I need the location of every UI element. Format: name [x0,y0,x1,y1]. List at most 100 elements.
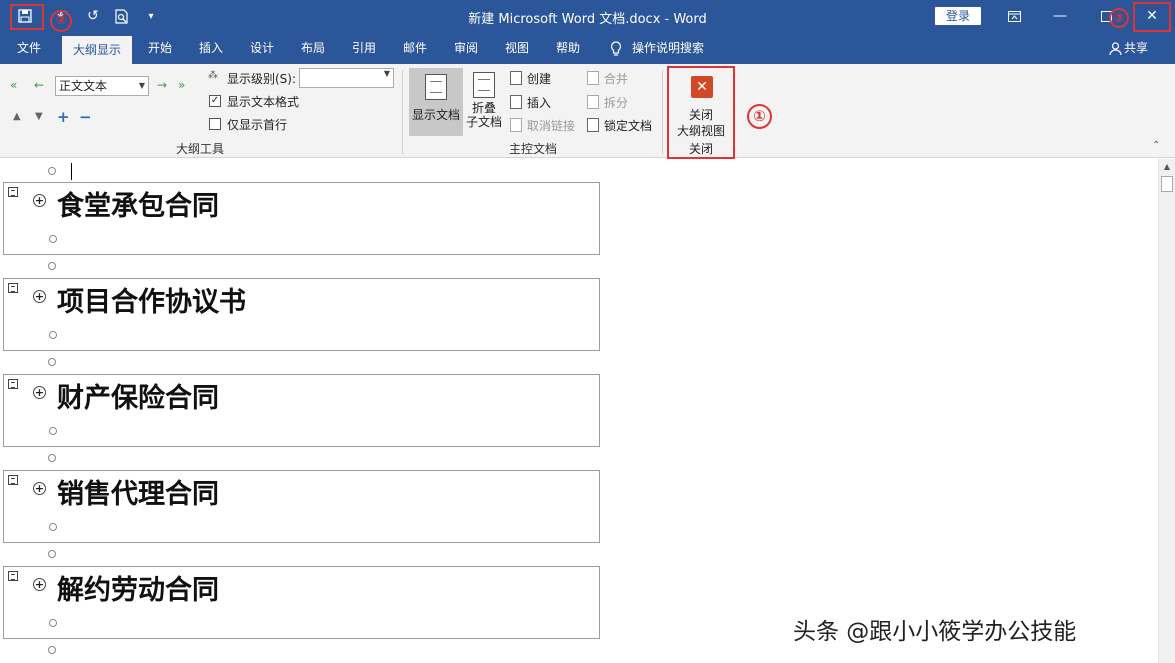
demote-to-body-icon[interactable]: » [178,78,185,92]
tab-insert[interactable]: 插入 [189,32,233,64]
customize-qat-icon[interactable]: ▾ [140,6,162,26]
dropdown-caret-icon: ▼ [383,69,390,78]
close-outline-view-button[interactable]: ✕ 关闭 大纲视图 关闭 [667,66,735,159]
redo-icon[interactable]: ↺ [82,6,104,26]
subdocument-title[interactable]: 解约劳动合同 [57,568,219,607]
close-outline-x-icon: ✕ [691,76,713,98]
login-button[interactable]: 登录 [935,7,981,25]
person-icon [1106,32,1124,64]
body-bullet [48,550,56,558]
subdocument-title[interactable]: 食堂承包合同 [57,184,219,223]
subdocument-box[interactable]: + 销售代理合同 [3,470,600,543]
master-document-group-label: 主控文档 [508,142,557,156]
group-separator [402,70,403,154]
merge-icon [587,71,599,85]
print-preview-icon[interactable] [111,6,133,26]
unlink-icon [510,118,522,132]
promote-to-heading1-icon[interactable]: « [10,78,17,92]
expand-plus-icon[interactable]: + [33,578,46,591]
split-button[interactable]: 拆分 [604,94,628,111]
show-text-format-checkbox[interactable]: ✓ [209,95,221,107]
tab-mailings[interactable]: 邮件 [393,32,437,64]
tab-references[interactable]: 引用 [342,32,386,64]
subdocument-icon[interactable] [8,475,18,485]
close-outline-label-line1: 关闭 [689,108,714,122]
show-first-line-label: 仅显示首行 [227,118,288,132]
tab-file[interactable]: 文件 [6,32,52,64]
body-bullet [48,358,56,366]
annotation-circle-3: ③ [1109,8,1129,28]
tab-view[interactable]: 视图 [495,32,539,64]
tab-home[interactable]: 开始 [138,32,182,64]
move-up-icon[interactable]: ▲ [13,111,21,122]
unlink-button[interactable]: 取消链接 [527,117,575,134]
show-first-line-checkbox[interactable] [209,118,221,130]
tab-help[interactable]: 帮助 [546,32,590,64]
document-icon [425,74,447,100]
annotation-circle-2: ② [50,10,72,32]
tab-layout[interactable]: 布局 [291,32,335,64]
subdocument-title[interactable]: 财产保险合同 [57,376,219,415]
subdocument-icon[interactable] [8,283,18,293]
scroll-up-icon[interactable]: ▲ [1159,159,1175,175]
body-bullet [49,235,57,243]
lock-document-button[interactable]: 锁定文档 [604,117,652,134]
title-bar: ↶ ↺ ▾ 新建 Microsoft Word 文档.docx - Word 登… [0,0,1175,32]
promote-icon[interactable]: ← [34,78,44,92]
subdocument-icon[interactable] [8,571,18,581]
create-icon [510,71,522,85]
insert-subdoc-icon [510,95,522,109]
merge-button[interactable]: 合并 [604,70,628,87]
create-button[interactable]: 创建 [527,70,551,87]
tell-me-search[interactable]: 操作说明搜索 [632,32,712,64]
ribbon-display-options-icon[interactable] [991,0,1037,32]
share-button[interactable]: 共享 [1124,32,1156,64]
show-level-icon: ⁂ [208,70,218,81]
collapse-ribbon-icon[interactable]: ⌃ [1152,140,1160,151]
collapse-label-line2: 子文档 [465,115,502,129]
close-group-label: 关闭 [689,142,714,156]
body-bullet [48,646,56,654]
minimize-icon[interactable]: — [1037,0,1083,32]
vertical-scrollbar[interactable]: ▲ [1158,159,1175,663]
subdocument-box[interactable]: + 解约劳动合同 [3,566,600,639]
expand-plus-icon[interactable]: + [33,386,46,399]
subdocument-title[interactable]: 销售代理合同 [57,472,219,511]
show-level-select[interactable]: ▼ [299,68,394,88]
scroll-thumb[interactable] [1161,176,1173,192]
collapse-subdocuments-button[interactable]: 折叠 子文档 [463,68,505,136]
collapse-label-line1: 折叠 [471,101,496,115]
watermark-text: 头条 @跟小小筱学办公技能 [793,619,1077,645]
subdocument-box[interactable]: + 项目合作协议书 [3,278,600,351]
show-text-format-label: 显示文本格式 [227,95,300,109]
subdocument-icon[interactable] [8,379,18,389]
insert-subdoc-button[interactable]: 插入 [527,94,551,111]
outline-level-select[interactable]: 正文文本 ▼ [55,76,149,96]
expand-plus-icon[interactable]: + [33,194,46,207]
body-bullet [48,262,56,270]
subdocument-box[interactable]: + 财产保险合同 [3,374,600,447]
collapse-icon[interactable]: − [79,108,92,126]
collapse-document-icon [473,72,495,98]
annotation-box-close [1133,2,1171,32]
subdocument-title[interactable]: 项目合作协议书 [57,280,246,319]
subdocument-box[interactable]: + 食堂承包合同 [3,182,600,255]
body-bullet [48,454,56,462]
tab-review[interactable]: 审阅 [444,32,488,64]
lightbulb-icon [606,32,626,64]
dropdown-caret-icon: ▼ [138,81,145,90]
expand-icon[interactable]: + [57,108,70,126]
document-area[interactable]: + 食堂承包合同 + 项目合作协议书 + 财产保险合同 + 销售代理合同 + 解… [0,159,1158,663]
body-bullet [49,427,57,435]
show-document-button[interactable]: 显示文档 [409,68,463,136]
demote-icon[interactable]: → [157,78,167,92]
subdocument-icon[interactable] [8,187,18,197]
outline-tools-group-label: 大纲工具 [175,142,224,156]
body-bullet [48,167,56,175]
tab-outline[interactable]: 大纲显示 [62,36,132,64]
ribbon: « ← 正文文本 ▼ → » ▲ ▼ + − ⁂ 显示级别(S): ▼ ✓ 显示… [0,64,1175,159]
move-down-icon[interactable]: ▼ [35,111,43,122]
expand-plus-icon[interactable]: + [33,482,46,495]
tab-design[interactable]: 设计 [240,32,284,64]
expand-plus-icon[interactable]: + [33,290,46,303]
